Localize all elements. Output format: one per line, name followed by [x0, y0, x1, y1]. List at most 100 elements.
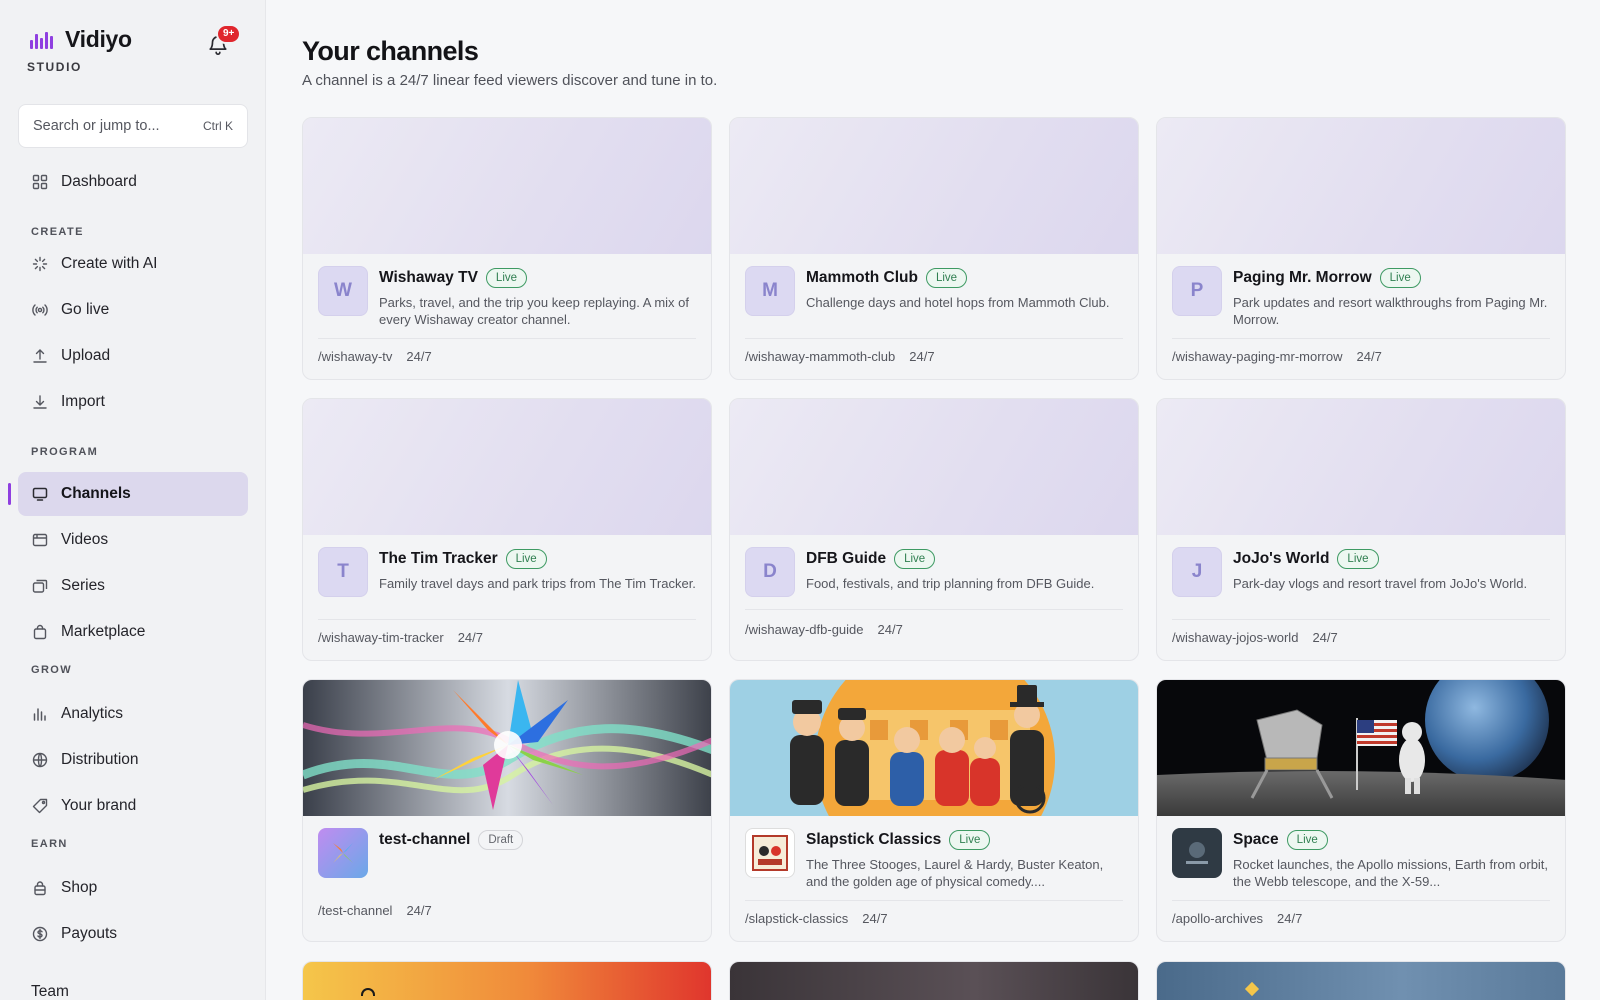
- tv-icon: [32, 486, 48, 502]
- channel-slug: /wishaway-paging-mr-morrow: [1172, 349, 1343, 364]
- channel-avatar: D: [745, 547, 795, 597]
- channel-schedule: 24/7: [1356, 349, 1382, 364]
- channel-name: Paging Mr. Morrow: [1233, 269, 1372, 286]
- active-indicator: [8, 483, 11, 505]
- channel-avatar: M: [745, 266, 795, 316]
- nav-go-live[interactable]: Go live: [18, 288, 248, 332]
- channel-card-tim-tracker[interactable]: T The Tim Tracker Live Family travel day…: [302, 398, 712, 661]
- nav-shop-label: Shop: [61, 879, 98, 896]
- channel-avatar: W: [318, 266, 368, 316]
- channel-name: The Tim Tracker: [379, 550, 498, 567]
- nav-videos[interactable]: Videos: [18, 518, 248, 562]
- channel-slug: /wishaway-tv: [318, 349, 393, 364]
- channel-card-mammoth-club[interactable]: M Mammoth Club Live Challenge days and h…: [729, 117, 1139, 380]
- nav-distribution[interactable]: Distribution: [18, 738, 248, 782]
- channel-slug: /apollo-archives: [1172, 911, 1264, 926]
- brand-logo-link[interactable]: Vidiyo: [30, 26, 132, 53]
- channel-card-partial[interactable]: [302, 961, 712, 1000]
- notification-count-badge: 9+: [216, 24, 242, 44]
- nav-team[interactable]: Team: [18, 970, 248, 1000]
- stack-icon: [32, 578, 48, 594]
- status-badge: Live: [925, 268, 968, 288]
- nav-your-brand[interactable]: Your brand: [18, 784, 248, 828]
- nav-channels[interactable]: Channels: [18, 472, 248, 516]
- card-divider: [1172, 619, 1550, 620]
- channel-schedule: 24/7: [406, 349, 432, 364]
- channel-card-partial[interactable]: [729, 961, 1139, 1000]
- channel-schedule: 24/7: [1312, 630, 1338, 645]
- section-earn: EARN: [31, 838, 68, 850]
- status-badge: Live: [1286, 830, 1328, 850]
- nav-import[interactable]: Import: [18, 380, 248, 424]
- channel-avatar: P: [1172, 266, 1222, 316]
- nav-create-with-ai[interactable]: Create with AI: [18, 242, 248, 286]
- search-input[interactable]: Search or jump to... Ctrl K: [18, 104, 248, 148]
- nav-upload[interactable]: Upload: [18, 334, 248, 378]
- nav-payouts[interactable]: Payouts: [18, 912, 248, 956]
- card-divider: [745, 609, 1123, 610]
- nav-series-label: Series: [61, 577, 105, 594]
- channel-description: Park-day vlogs and resort travel from Jo…: [1233, 576, 1528, 591]
- channel-name: Space: [1233, 831, 1279, 848]
- bar-chart-icon: [32, 706, 48, 722]
- status-badge: Live: [949, 830, 991, 850]
- nav-payouts-label: Payouts: [61, 925, 118, 942]
- channel-card-jojos-world[interactable]: J JoJo's World Live Park-day vlogs and r…: [1156, 398, 1566, 661]
- channel-card-dfb-guide[interactable]: D DFB Guide Live Food, festivals, and tr…: [729, 398, 1139, 661]
- channel-cover-placeholder: [1157, 118, 1565, 254]
- channel-description: Parks, travel, and the trip you keep rep…: [379, 295, 689, 327]
- nav-series[interactable]: Series: [18, 564, 248, 608]
- channel-name: JoJo's World: [1233, 550, 1330, 567]
- nav-marketplace-label: Marketplace: [61, 623, 146, 640]
- channel-description: Rocket launches, the Apollo missions, Ea…: [1233, 857, 1549, 889]
- channel-cover-image: [1157, 962, 1565, 1000]
- channel-avatar: J: [1172, 547, 1222, 597]
- brand-subtitle: STUDIO: [27, 60, 82, 74]
- globe-icon: [32, 752, 48, 768]
- channel-description: Food, festivals, and trip planning from …: [806, 576, 1095, 591]
- channel-slug: /wishaway-dfb-guide: [745, 622, 864, 637]
- channel-card-paging-mr-morrow[interactable]: P Paging Mr. Morrow Live Park updates an…: [1156, 117, 1566, 380]
- channel-name: Mammoth Club: [806, 269, 918, 286]
- status-badge: Live: [894, 549, 936, 569]
- channel-slug: /slapstick-classics: [745, 911, 849, 926]
- tag-icon: [32, 798, 48, 814]
- nav-team-label: Team: [31, 983, 69, 1000]
- channel-card-test-channel[interactable]: test-channel Draft /test-channel 24/7: [302, 679, 712, 942]
- lock-bag-icon: [32, 880, 48, 896]
- channel-card-wishaway-tv[interactable]: W Wishaway TV Live Parks, travel, and th…: [302, 117, 712, 380]
- status-badge: Live: [1379, 268, 1421, 288]
- brand-logo-icon: [30, 31, 53, 49]
- section-create: CREATE: [31, 226, 84, 238]
- upload-icon: [32, 348, 48, 364]
- status-badge: Draft: [478, 830, 524, 850]
- search-placeholder: Search or jump to...: [33, 118, 160, 134]
- card-divider: [745, 900, 1123, 901]
- channel-card-slapstick-classics[interactable]: Slapstick Classics Live The Three Stooge…: [729, 679, 1139, 942]
- nav-dashboard[interactable]: Dashboard: [18, 160, 248, 204]
- channel-description: The Three Stooges, Laurel & Hardy, Buste…: [806, 857, 1104, 889]
- channel-avatar-image: [1172, 828, 1222, 878]
- nav-upload-label: Upload: [61, 347, 111, 364]
- channel-description: Family travel days and park trips from T…: [379, 576, 696, 591]
- section-grow: GROW: [31, 664, 73, 676]
- main-content: Your channels A channel is a 24/7 linear…: [266, 0, 1600, 1000]
- sparkle-icon: [32, 256, 48, 272]
- film-icon: [32, 532, 48, 548]
- nav-analytics[interactable]: Analytics: [18, 692, 248, 736]
- channel-schedule: 24/7: [862, 911, 888, 926]
- channel-slug: /wishaway-jojos-world: [1172, 630, 1299, 645]
- channel-cover-image: [730, 680, 1138, 816]
- channel-description: Park updates and resort walkthroughs fro…: [1233, 295, 1548, 327]
- nav-marketplace[interactable]: Marketplace: [18, 610, 248, 654]
- nav-go-live-label: Go live: [61, 301, 110, 318]
- channel-card-space[interactable]: Space Live Rocket launches, the Apollo m…: [1156, 679, 1566, 942]
- nav-import-label: Import: [61, 393, 105, 410]
- sidebar: Vidiyo STUDIO 9+ Search or jump to... Ct…: [0, 0, 266, 1000]
- channel-schedule: 24/7: [457, 630, 483, 645]
- channel-cover-placeholder: [1157, 399, 1565, 535]
- broadcast-icon: [32, 302, 48, 318]
- nav-shop[interactable]: Shop: [18, 866, 248, 910]
- channel-card-partial[interactable]: [1156, 961, 1566, 1000]
- channel-slug: /test-channel: [318, 903, 393, 918]
